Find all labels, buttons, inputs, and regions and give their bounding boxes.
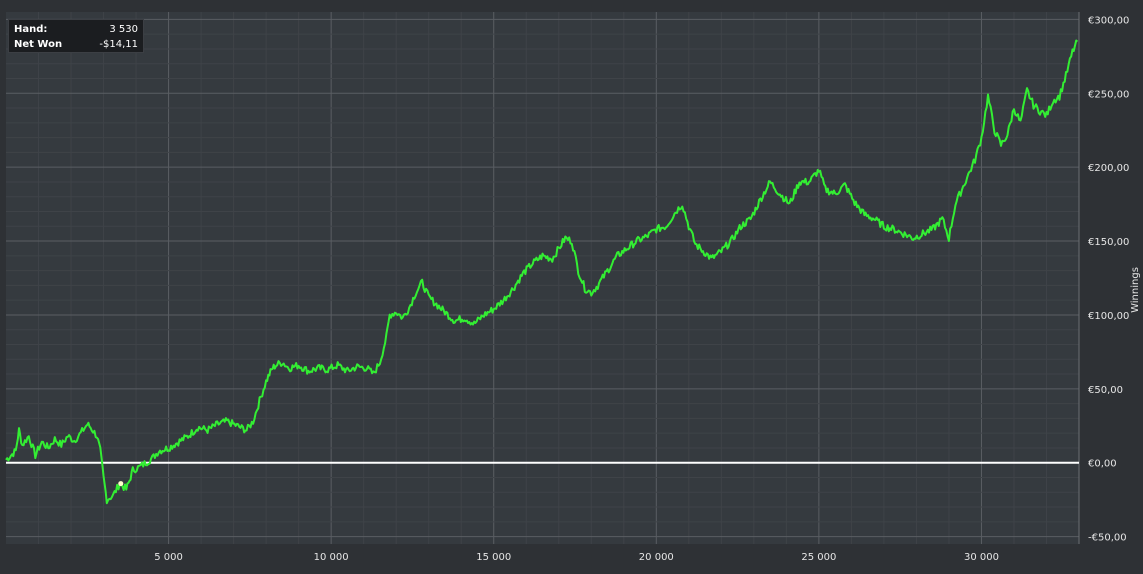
x-tick-label: 25 000 — [801, 552, 836, 563]
tooltip-net-value: -$14,11 — [99, 39, 138, 50]
tooltip-hand-value: 3 530 — [109, 24, 138, 35]
x-axis: 5 000 10 000 15 000 20 000 25 000 30 000 — [154, 552, 999, 563]
plot-area — [6, 12, 1079, 544]
winnings-chart: 5 000 10 000 15 000 20 000 25 000 30 000 -€50… — [5, 12, 1141, 563]
x-tick-label: 15 000 — [476, 552, 511, 563]
y-tick-label: €250,00 — [1088, 89, 1129, 100]
y-tick-label: €100,00 — [1088, 311, 1129, 322]
tooltip-hand-label: Hand: — [14, 24, 48, 35]
y-tick-label: €200,00 — [1088, 163, 1129, 174]
x-tick-label: 30 000 — [964, 552, 999, 563]
hover-tooltip: Hand: 3 530 Net Won -$14,11 — [8, 19, 144, 53]
tooltip-net-row: Net Won -$14,11 — [14, 37, 138, 52]
y-tick-label: €300,00 — [1088, 15, 1129, 26]
tooltip-net-label: Net Won — [14, 39, 63, 50]
tooltip-hand-row: Hand: 3 530 — [14, 22, 138, 37]
y-axis: -€50,00 €0,00 €50,00 €100,00 €150,00 €200,00 €… — [1088, 15, 1129, 543]
y-tick-label: €150,00 — [1088, 237, 1129, 248]
y-tick-label: €0,00 — [1088, 459, 1117, 470]
y-tick-label: €50,00 — [1088, 385, 1123, 396]
x-tick-label: 5 000 — [154, 552, 183, 563]
highlighted-data-point[interactable] — [118, 481, 124, 487]
x-tick-label: 20 000 — [639, 552, 674, 563]
y-axis-title: Winnings — [1130, 267, 1141, 313]
y-tick-label: -€50,00 — [1088, 533, 1127, 544]
x-tick-label: 10 000 — [314, 552, 349, 563]
